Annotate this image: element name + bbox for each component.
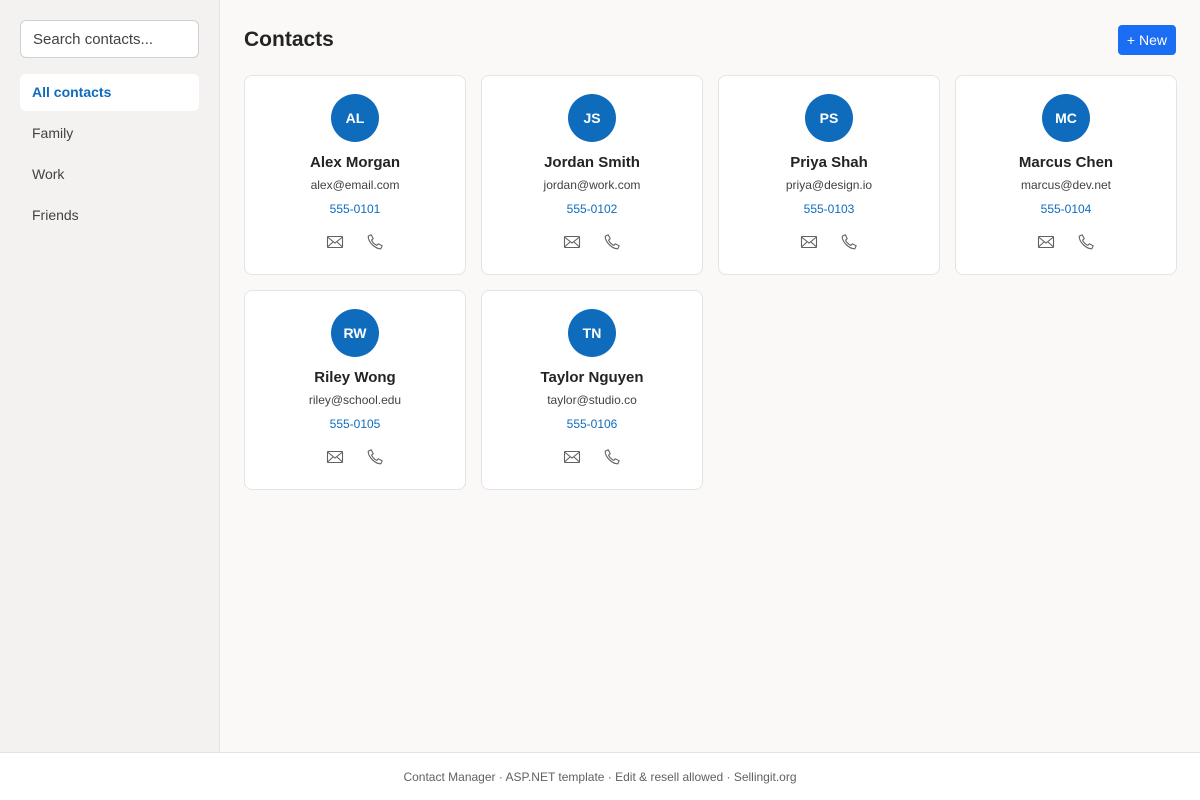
phone-icon[interactable]: [1077, 233, 1095, 251]
mail-icon[interactable]: [326, 448, 344, 466]
avatar: AL: [331, 94, 379, 142]
sidebar-item-work[interactable]: Work: [20, 156, 199, 193]
mail-icon[interactable]: [563, 233, 581, 251]
avatar: RW: [331, 309, 379, 357]
phone-icon[interactable]: [603, 448, 621, 466]
phone-icon[interactable]: [603, 233, 621, 251]
contact-name: Jordan Smith: [544, 154, 640, 171]
contact-phone[interactable]: 555-0102: [482, 202, 702, 216]
phone-icon[interactable]: [366, 448, 384, 466]
avatar: MC: [1042, 94, 1090, 142]
mail-icon[interactable]: [800, 233, 818, 251]
card-actions: [956, 233, 1176, 251]
avatar: JS: [568, 94, 616, 142]
footer-text: Contact Manager · ASP.NET template · Edi…: [403, 770, 797, 784]
sidebar-item-friends[interactable]: Friends: [20, 197, 199, 234]
contact-card[interactable]: RW Riley Wong riley@school.edu 555-0105: [244, 290, 466, 490]
card-actions: [482, 448, 702, 466]
mail-icon[interactable]: [326, 233, 344, 251]
sidebar-nav: All contacts Family Work Friends: [20, 74, 199, 234]
contact-card[interactable]: MC Marcus Chen marcus@dev.net 555-0104: [955, 75, 1177, 275]
contact-card[interactable]: TN Taylor Nguyen taylor@studio.co 555-01…: [481, 290, 703, 490]
contact-card[interactable]: PS Priya Shah priya@design.io 555-0103: [718, 75, 940, 275]
contact-phone[interactable]: 555-0106: [482, 417, 702, 431]
sidebar-item-family[interactable]: Family: [20, 115, 199, 152]
contact-email: priya@design.io: [785, 178, 873, 192]
contacts-grid: AL Alex Morgan alex@email.com 555-0101 J…: [244, 75, 1177, 490]
contact-name: Alex Morgan: [309, 154, 400, 171]
phone-icon[interactable]: [840, 233, 858, 251]
contact-email: alex@email.com: [310, 178, 400, 192]
footer: Contact Manager · ASP.NET template · Edi…: [0, 752, 1200, 800]
contact-phone[interactable]: 555-0103: [719, 202, 939, 216]
page-title: Contacts: [244, 28, 334, 51]
card-actions: [482, 233, 702, 251]
sidebar: All contacts Family Work Friends: [0, 0, 220, 752]
contact-phone[interactable]: 555-0104: [956, 202, 1176, 216]
search-input[interactable]: [20, 20, 199, 58]
contact-card[interactable]: AL Alex Morgan alex@email.com 555-0101: [244, 75, 466, 275]
page-header: Contacts + New: [244, 0, 1176, 80]
contact-name: Marcus Chen: [1018, 154, 1114, 171]
contact-email: marcus@dev.net: [1021, 178, 1111, 192]
contact-phone[interactable]: 555-0101: [245, 202, 465, 216]
new-contact-button[interactable]: + New: [1117, 25, 1176, 55]
contact-email: jordan@work.com: [543, 178, 641, 192]
contact-email: taylor@studio.co: [547, 393, 637, 407]
card-actions: [719, 233, 939, 251]
contact-name: Priya Shah: [790, 154, 868, 171]
contact-name: Riley Wong: [314, 369, 396, 386]
mail-icon[interactable]: [1037, 233, 1055, 251]
sidebar-item-all-contacts[interactable]: All contacts: [20, 74, 199, 111]
contact-email: riley@school.edu: [308, 393, 402, 407]
mail-icon[interactable]: [563, 448, 581, 466]
phone-icon[interactable]: [366, 233, 384, 251]
contact-phone[interactable]: 555-0105: [245, 417, 465, 431]
card-actions: [245, 448, 465, 466]
card-actions: [245, 233, 465, 251]
contact-card[interactable]: JS Jordan Smith jordan@work.com 555-0102: [481, 75, 703, 275]
avatar: TN: [568, 309, 616, 357]
main-content: Contacts + New AL Alex Morgan alex@email…: [220, 0, 1200, 752]
contact-name: Taylor Nguyen: [540, 369, 644, 386]
avatar: PS: [805, 94, 853, 142]
